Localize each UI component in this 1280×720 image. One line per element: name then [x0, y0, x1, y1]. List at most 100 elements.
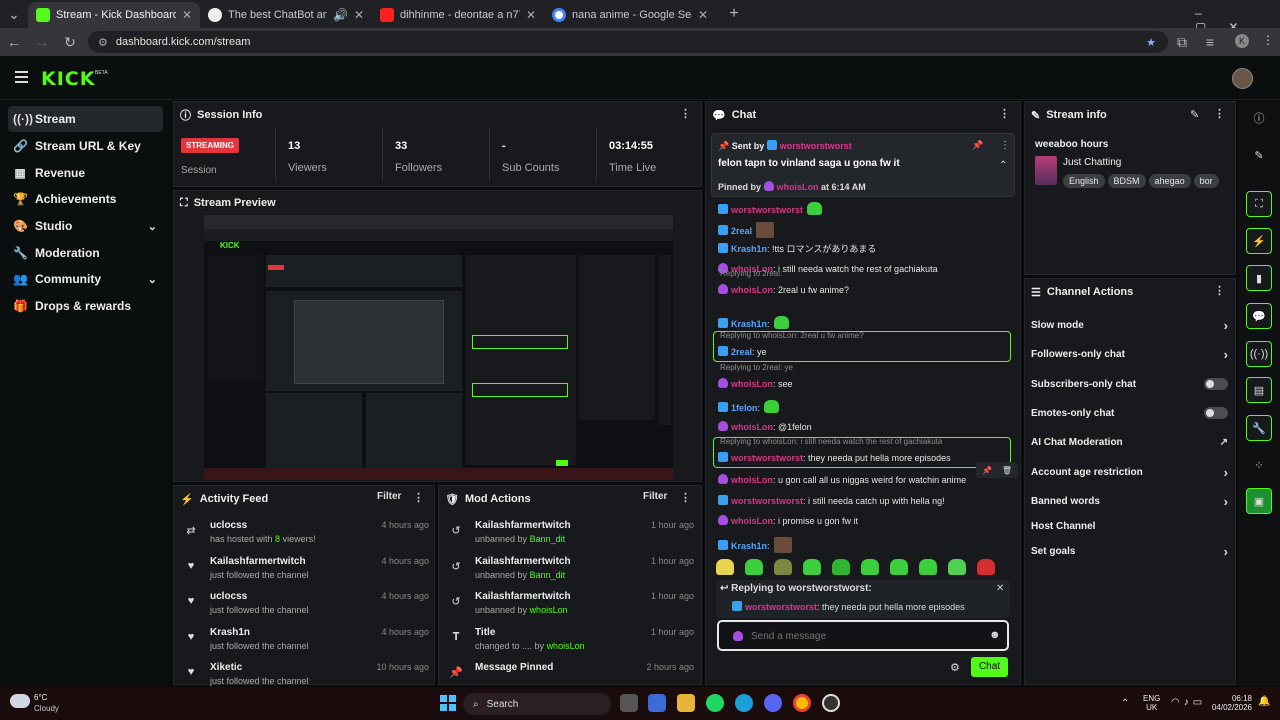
row-name[interactable]: Kailashfarmertwitch	[475, 520, 571, 531]
input-language[interactable]: ENG UK	[1143, 694, 1160, 712]
emote-picker-icon[interactable]	[832, 559, 850, 575]
emote-picker-icon[interactable]	[861, 559, 879, 575]
close-icon[interactable]: ✕	[526, 8, 536, 22]
chat-username[interactable]: worstworstworst	[731, 496, 803, 506]
kick-logo[interactable]: KICK	[41, 68, 95, 90]
emote-picker-icon[interactable]	[948, 559, 966, 575]
notification-bell-icon[interactable]: 🔔	[1258, 696, 1270, 707]
chat-username[interactable]: whoisLon	[731, 379, 773, 389]
taskbar-search[interactable]: ⌕ Search	[463, 693, 611, 715]
new-tab-plus-icon[interactable]: +	[720, 5, 748, 23]
browser-tab-google[interactable]: nana anime - Google Search ✕	[544, 2, 716, 28]
preview-rail-icon[interactable]: ⛶	[1246, 191, 1272, 217]
emote-picker-icon[interactable]	[745, 559, 763, 575]
emote-picker-icon[interactable]	[919, 559, 937, 575]
emote-picker-icon[interactable]	[716, 559, 734, 575]
broadcast-rail-icon[interactable]: ((·))	[1246, 341, 1272, 367]
more-options-icon[interactable]: ⋮	[1214, 107, 1225, 120]
send-chat-button[interactable]: Chat	[971, 657, 1008, 677]
more-options-icon[interactable]: ⋮	[1000, 140, 1010, 151]
stream-category[interactable]: Just Chatting	[1063, 157, 1121, 168]
chat-username[interactable]: 1felon	[731, 403, 758, 413]
chat-username[interactable]: Krash1n	[731, 244, 767, 254]
browser-tab-chatbot[interactable]: The best ChatBot and Widg 🔊 ✕	[200, 2, 372, 28]
edit-pencil-icon[interactable]: ✎	[1190, 108, 1199, 121]
emote-picker-icon[interactable]	[774, 559, 792, 575]
chat-input-box[interactable]: ☻	[717, 620, 1009, 651]
weather-temp[interactable]: 6°C	[34, 693, 47, 702]
chat-rail-icon[interactable]: 💬	[1246, 303, 1272, 329]
chat-username[interactable]: worstworstworst	[731, 205, 803, 215]
reload-icon[interactable]: ↻	[56, 34, 84, 51]
row-name[interactable]: uclocss	[210, 520, 247, 531]
task-view-icon[interactable]	[620, 694, 638, 712]
channel-action-banned-words[interactable]: Banned words ›	[1031, 491, 1228, 511]
emoji-icon[interactable]: ☻	[989, 629, 1001, 641]
bookmark-star-icon[interactable]: ★	[1146, 36, 1156, 49]
stream-preview-video[interactable]: KICK	[204, 215, 673, 480]
more-options-icon[interactable]: ⋮	[413, 491, 424, 504]
activity-filter-button[interactable]: Filter	[377, 491, 401, 502]
row-name[interactable]: Kailashfarmertwitch	[475, 556, 571, 567]
mod-filter-button[interactable]: Filter	[643, 491, 667, 502]
chat-username[interactable]: worstworstworst	[731, 453, 803, 463]
windows-start-icon[interactable]	[440, 695, 456, 711]
tray-chevron-icon[interactable]: ⌃	[1121, 698, 1129, 709]
site-info-icon[interactable]: ⚙	[98, 36, 108, 49]
discord-icon[interactable]	[764, 694, 782, 712]
emote-picker-icon[interactable]	[890, 559, 908, 575]
emote-picker-icon[interactable]	[977, 559, 995, 575]
add-widget-rail-icon[interactable]: ▣	[1246, 488, 1272, 514]
emote-picker-icon[interactable]	[803, 559, 821, 575]
sidebar-item-stream-url[interactable]: 🔗 Stream URL & Key	[8, 133, 163, 159]
profile-avatar[interactable]: K	[1235, 34, 1249, 48]
row-name[interactable]: Kailashfarmertwitch	[210, 556, 306, 567]
more-options-icon[interactable]: ⋮	[680, 491, 691, 504]
pin-icon[interactable]: 📌	[982, 466, 992, 475]
chat-username[interactable]: 2real	[731, 226, 752, 236]
sidebar-item-moderation[interactable]: 🔧 Moderation	[8, 240, 163, 266]
more-options-icon[interactable]: ⋮	[1214, 284, 1225, 297]
chat-username[interactable]: Krash1n	[731, 541, 767, 551]
chrome-icon[interactable]	[793, 694, 811, 712]
tab-search-chevron-icon[interactable]: ⌄	[0, 6, 28, 23]
chat-settings-gear-icon[interactable]: ⚙	[950, 661, 960, 674]
close-icon[interactable]: ✕	[182, 8, 192, 22]
channel-action-ai-chat-moderation[interactable]: AI Chat Moderation ↗	[1031, 432, 1228, 452]
channel-action-set-goals[interactable]: Set goals ›	[1031, 541, 1228, 561]
wifi-volume-battery-icon[interactable]: ◠♪▭	[1171, 697, 1206, 708]
pinner-name[interactable]: whoisLon	[777, 182, 819, 192]
address-bar[interactable]: ⚙ dashboard.kick.com/stream ★	[88, 31, 1168, 53]
close-icon[interactable]: ✕	[698, 8, 708, 22]
file-explorer-icon[interactable]	[677, 694, 695, 712]
row-name[interactable]: uclocss	[210, 591, 247, 602]
back-arrow-icon[interactable]: ←	[0, 34, 28, 50]
chevron-up-icon[interactable]: ⌃	[999, 160, 1007, 171]
sidebar-item-stream[interactable]: ((·)) Stream	[8, 106, 163, 132]
clock[interactable]: 06:18 04/02/2026	[1210, 694, 1252, 712]
channel-action-slow-mode[interactable]: Slow mode ›	[1031, 315, 1228, 335]
sidebar-item-revenue[interactable]: ▦ Revenue	[8, 160, 163, 186]
channel-action-followers-only-chat[interactable]: Followers-only chat ›	[1031, 344, 1228, 364]
row-name[interactable]: Title	[475, 627, 495, 638]
channel-action-account-age-restriction[interactable]: Account age restriction ›	[1031, 462, 1228, 482]
chat-username[interactable]: 2real	[731, 347, 752, 357]
browser-tab-youtube[interactable]: dihhinme - deontae a n777er ✕	[372, 2, 544, 28]
chat-username[interactable]: whoisLon	[731, 422, 773, 432]
chat-username[interactable]: whoisLon	[731, 285, 773, 295]
shield-rail-icon[interactable]: ▮	[1246, 265, 1272, 291]
pinned-author[interactable]: worstworstworst	[780, 141, 852, 151]
extensions-icon[interactable]: ⧉	[1168, 34, 1196, 51]
browser-tab-kick[interactable]: Stream - Kick Dashboard ✕	[28, 2, 200, 28]
row-name[interactable]: Message Pinned	[475, 662, 553, 673]
channel-action-host-channel[interactable]: Host Channel	[1031, 516, 1228, 536]
store-icon[interactable]	[648, 694, 666, 712]
row-name[interactable]: Xiketic	[210, 662, 242, 673]
forward-arrow-icon[interactable]: →	[28, 34, 56, 50]
trash-icon[interactable]: 🗑	[1002, 466, 1012, 475]
lightning-rail-icon[interactable]: ⚡	[1246, 228, 1272, 254]
chat-username[interactable]: whoisLon	[731, 475, 773, 485]
obs-icon[interactable]	[822, 694, 840, 712]
chat-username[interactable]: Krash1n	[731, 319, 767, 329]
spotify-icon[interactable]	[706, 694, 724, 712]
